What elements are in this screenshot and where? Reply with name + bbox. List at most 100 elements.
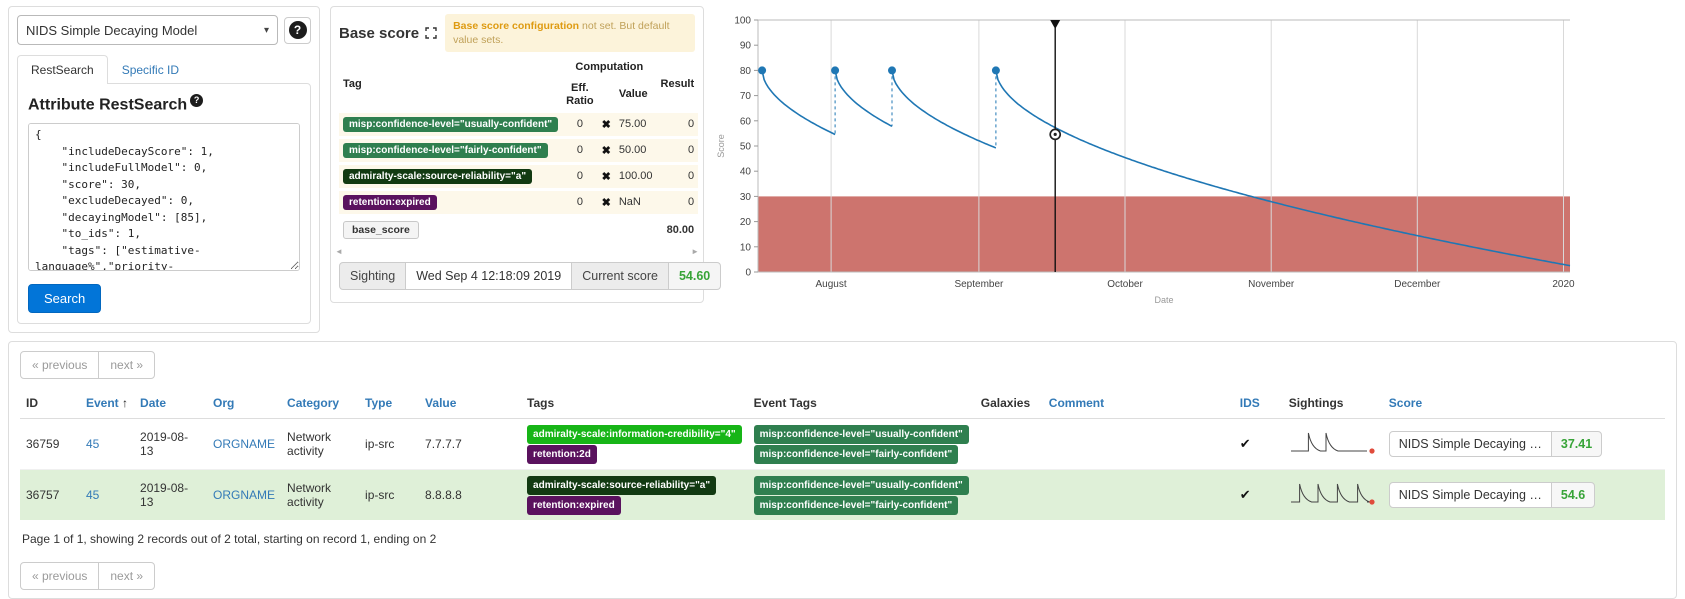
event-tag-badge[interactable]: misp:confidence-level="fairly-confident" — [754, 496, 959, 515]
y-tick-label: 80 — [740, 66, 752, 77]
col-header-org[interactable]: Org — [207, 388, 281, 419]
tag-badge[interactable]: retention:expired — [527, 496, 621, 515]
cell-event-tags: misp:confidence-level="usually-confident… — [748, 470, 975, 521]
col-header-event[interactable]: Event ↑ — [80, 388, 134, 419]
col-header-type[interactable]: Type — [359, 388, 419, 419]
event-link[interactable]: 45 — [86, 488, 99, 502]
base-score-row: admiralty-scale:source-reliability="a" 0✖… — [339, 165, 698, 188]
base-score-badge: base_score — [343, 221, 419, 239]
model-select-row: NIDS Simple Decaying Model ▾ ? — [17, 15, 311, 45]
tag-badge[interactable]: admiralty-scale:source-reliability="a" — [527, 476, 716, 495]
x-tick-label: November — [1248, 279, 1295, 290]
tag-badge: misp:confidence-level="fairly-confident" — [343, 143, 548, 158]
x-tick-label: September — [954, 279, 1004, 290]
base-score-total-row: base_score 80.00 — [339, 217, 698, 243]
restsearch-query-textarea[interactable] — [28, 123, 300, 271]
y-tick-label: 40 — [740, 167, 752, 178]
computation-value: 100.00 — [615, 165, 657, 188]
horizontal-scrollbar: ◄ ► — [331, 246, 703, 257]
current-time-marker-icon — [1050, 20, 1060, 29]
cell-galaxies — [975, 470, 1043, 521]
cell-id: 36757 — [20, 470, 80, 521]
event-tag-badge[interactable]: misp:confidence-level="usually-confident… — [754, 476, 969, 495]
col-header-comment[interactable]: Comment — [1043, 388, 1234, 419]
tag-badge[interactable]: admiralty-scale:information-credibility=… — [527, 425, 742, 444]
y-tick-label: 90 — [740, 41, 752, 52]
scroll-left-arrow-icon[interactable]: ◄ — [335, 247, 343, 256]
cell-score: NIDS Simple Decaying …37.41 — [1383, 419, 1665, 470]
previous-page-button[interactable]: « previous — [20, 351, 99, 379]
attribute-restsearch-heading: Attribute RestSearch? — [28, 94, 300, 114]
pagination-top: « previous next » — [20, 351, 155, 379]
next-page-button[interactable]: next » — [98, 562, 155, 590]
decay-curve-segment — [892, 70, 996, 147]
org-link[interactable]: ORGNAME — [213, 437, 275, 451]
attributes-table: IDEvent ↑DateOrgCategoryTypeValueTagsEve… — [20, 388, 1665, 520]
dropdown-caret-icon: ▾ — [264, 25, 269, 36]
decay-threshold-zone — [758, 196, 1570, 272]
base-score-title: Base score — [339, 25, 419, 42]
expand-icon[interactable] — [425, 27, 437, 39]
sighting-point[interactable] — [758, 66, 766, 74]
sighting-label: Sighting — [339, 262, 406, 290]
tag-badge: admiralty-scale:source-reliability="a" — [343, 169, 532, 184]
results-panel: « previous next » IDEvent ↑DateOrgCatego… — [8, 341, 1677, 599]
tab-restsearch[interactable]: RestSearch — [17, 55, 108, 84]
score-value: 37.41 — [1551, 431, 1602, 457]
next-page-button[interactable]: next » — [98, 351, 155, 379]
col-value: Value — [615, 80, 657, 110]
col-header-value[interactable]: Value — [419, 388, 521, 419]
cell-sightings — [1283, 419, 1383, 470]
y-axis-label: Score — [716, 134, 726, 158]
score-value: 54.6 — [1551, 482, 1595, 508]
previous-page-button[interactable]: « previous — [20, 562, 99, 590]
last-sighting-dot — [1369, 448, 1374, 453]
cell-type: ip-src — [359, 419, 419, 470]
base-score-panel: Base score Base score configuration not … — [330, 6, 704, 303]
org-link[interactable]: ORGNAME — [213, 488, 275, 502]
event-link[interactable]: 45 — [86, 437, 99, 451]
model-help-button[interactable]: ? — [284, 17, 311, 44]
col-header-ids[interactable]: IDS — [1234, 388, 1283, 419]
multiply-icon: ✖ — [598, 165, 615, 188]
col-header-category[interactable]: Category — [281, 388, 359, 419]
col-header-score[interactable]: Score — [1383, 388, 1665, 419]
base-score-header: Base score Base score configuration not … — [331, 7, 703, 56]
heading-help-icon[interactable]: ? — [190, 94, 203, 107]
tag-badge[interactable]: retention:2d — [527, 445, 597, 464]
eff-ratio-value: 0 — [562, 113, 598, 136]
cell-tags: admiralty-scale:source-reliability="a"re… — [521, 470, 748, 521]
result-value: 0 — [657, 139, 699, 162]
sighting-point[interactable] — [831, 66, 839, 74]
sighting-point[interactable] — [888, 66, 896, 74]
base-score-row: retention:expired0✖NaN0 — [339, 191, 698, 214]
tab-specific-id[interactable]: Specific ID — [108, 55, 193, 84]
sightings-sparkline — [1289, 479, 1377, 509]
search-button[interactable]: Search — [28, 284, 101, 313]
scroll-right-arrow-icon[interactable]: ► — [691, 247, 699, 256]
result-value: 0 — [657, 113, 699, 136]
sort-asc-icon: ↑ — [119, 396, 128, 410]
sighting-point[interactable] — [992, 66, 1000, 74]
col-header-tags: Tags — [521, 388, 748, 419]
multiply-icon: ✖ — [598, 139, 615, 162]
event-tag-badge[interactable]: misp:confidence-level="usually-confident… — [754, 425, 969, 444]
eff-ratio-value: 0 — [562, 165, 598, 188]
y-tick-label: 30 — [740, 192, 752, 203]
cell-comment — [1043, 470, 1234, 521]
attribute-row: 36757452019-08-13ORGNAMENetwork activity… — [20, 470, 1665, 521]
decay-chart[interactable]: 0102030405060708090100AugustSeptemberOct… — [714, 6, 1584, 318]
x-tick-label: 2020 — [1552, 279, 1575, 290]
cell-value: 7.7.7.7 — [419, 419, 521, 470]
multiply-icon: ✖ — [598, 113, 615, 136]
model-select[interactable]: NIDS Simple Decaying Model ▾ — [17, 15, 278, 45]
restsearch-tab-content: Attribute RestSearch? Search — [17, 83, 311, 324]
cell-id: 36759 — [20, 419, 80, 470]
col-header-date[interactable]: Date — [134, 388, 207, 419]
model-select-label: NIDS Simple Decaying Model — [26, 23, 197, 38]
score-model-button[interactable]: NIDS Simple Decaying … — [1389, 482, 1552, 508]
score-model-button[interactable]: NIDS Simple Decaying … — [1389, 431, 1552, 457]
event-tag-badge[interactable]: misp:confidence-level="fairly-confident" — [754, 445, 959, 464]
question-icon: ? — [289, 21, 307, 39]
computation-value: 75.00 — [615, 113, 657, 136]
